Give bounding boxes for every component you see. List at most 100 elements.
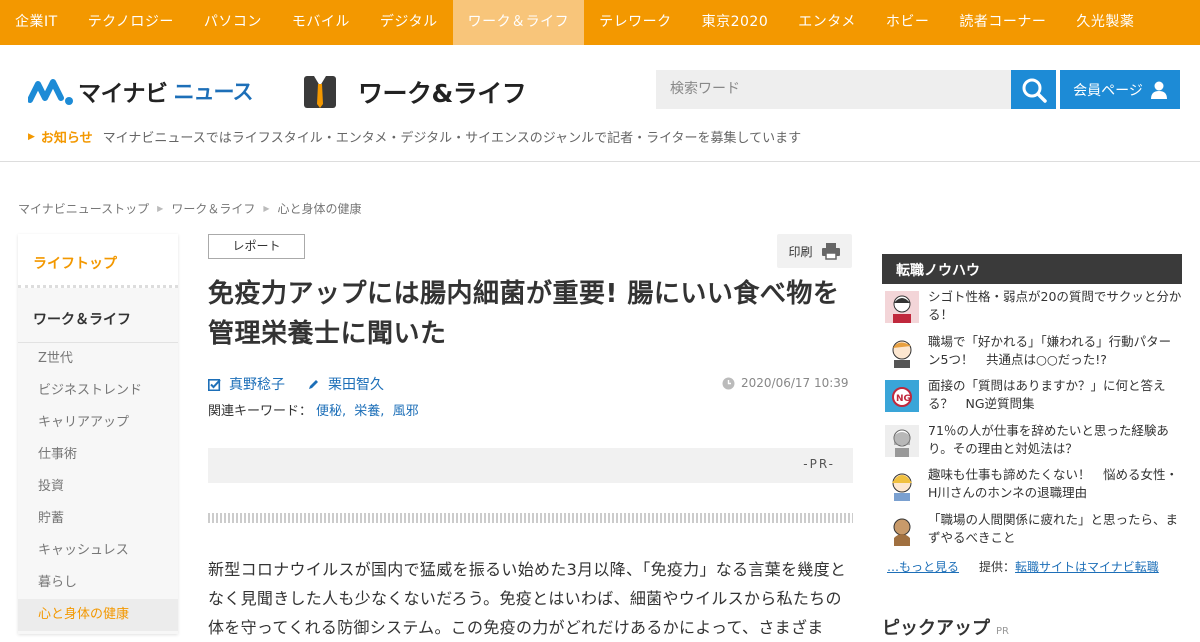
article-tag[interactable]: レポート (208, 234, 305, 259)
date-text: 2020/06/17 10:39 (741, 376, 849, 390)
sidebar-item[interactable]: ビジネストレンド (18, 375, 178, 407)
list-item[interactable]: 71％の人が仕事を辞めたいと思った経験あり。その理由と対処法は？ (882, 422, 1182, 467)
sidebar-top-link[interactable]: ライフトップ (18, 234, 178, 288)
sidebar-section-heading[interactable]: ワーク＆ライフ (18, 288, 178, 343)
nav-item[interactable]: デジタル (365, 0, 453, 45)
brand-name: マイナビ (78, 81, 168, 107)
career-tips-list: シゴト性格・弱点が20の質問でサクッと分かる！ 職場で「好かれる」「嫌われる」行… (882, 288, 1182, 555)
author-editor[interactable]: 栗田智久 (307, 374, 384, 394)
member-page-button[interactable]: 会員ページ (1060, 70, 1180, 109)
nav-item[interactable]: モバイル (277, 0, 365, 45)
suit-icon (304, 76, 336, 108)
nav-item[interactable]: 読者コーナー (944, 0, 1061, 45)
category-sidebar: ライフトップ ワーク＆ライフ Z世代 ビジネストレンド キャリアアップ 仕事術 … (18, 234, 178, 634)
publish-date: 2020/06/17 10:39 (722, 376, 849, 390)
nav-item[interactable]: テクノロジー (73, 0, 189, 45)
list-item-text: 面接の「質問はありますか？」に何と答える？ NG逆質問集 (928, 378, 1166, 411)
search-input[interactable]: 検索ワード (656, 70, 1011, 109)
article-authors: 真野稔子 栗田智久 (208, 374, 384, 394)
author-name: 真野稔子 (229, 377, 285, 393)
notice-bar[interactable]: ▶ お知らせ マイナビニュースではライフスタイル・エンタメ・デジタル・サイエンス… (28, 127, 801, 146)
nav-item[interactable]: 久光製薬 (1061, 0, 1149, 45)
sidebar-item[interactable]: Z世代 (18, 343, 178, 375)
avatar-thumbnail (885, 291, 919, 323)
list-item-text: 71％の人が仕事を辞めたいと思った経験あり。その理由と対処法は？ (928, 422, 1169, 456)
nav-item[interactable]: 東京2020 (687, 0, 784, 45)
sidebar-item[interactable]: キャリアアップ (18, 407, 178, 439)
pr-ad-box: -PR- (208, 448, 853, 483)
list-item[interactable]: NG 面接の「質問はありますか？」に何と答える？ NG逆質問集 (882, 377, 1182, 422)
article-title: 免疫力アップには腸内細菌が重要! 腸にいい食べ物を管理栄養士に聞いた (208, 279, 840, 349)
breadcrumb-item[interactable]: マイナビニューストップ (18, 200, 149, 217)
list-item[interactable]: シゴト性格・弱点が20の質問でサクッと分かる！ (882, 288, 1182, 333)
caret-right-icon: ▶ (28, 131, 35, 142)
pickup-pr-label: PR (996, 626, 1009, 637)
nav-item[interactable]: ホビー (871, 0, 945, 45)
career-tips-heading: 転職ノウハウ (882, 254, 1182, 284)
sidebar-item[interactable]: 仕事術 (18, 439, 178, 471)
search-button[interactable] (1011, 70, 1056, 109)
printer-icon (821, 243, 840, 260)
provider-label: 提供： (979, 560, 1016, 574)
breadcrumb-item[interactable]: ワーク＆ライフ (171, 200, 255, 217)
ng-thumbnail: NG (885, 380, 919, 412)
brand-suffix: ニュース (173, 80, 254, 104)
list-item-text: 「職場の人間関係に疲れた」と思ったら、まずやるべきこと (928, 511, 1179, 545)
clock-icon (722, 377, 735, 389)
print-label: 印刷 (788, 244, 813, 259)
keyword-link[interactable]: 風邪 (393, 404, 419, 419)
nav-item[interactable]: パソコン (189, 0, 277, 45)
sidebar-item[interactable]: キャッシュレス (18, 535, 178, 567)
related-keywords: 関連キーワード： 便秘, 栄養, 風邪 (208, 400, 419, 419)
avatar-thumbnail (885, 513, 919, 546)
list-item-text: シゴト性格・弱点が20の質問でサクッと分かる！ (928, 289, 1182, 322)
top-nav: 企業IT テクノロジー パソコン モバイル デジタル ワーク＆ライフ テレワーク… (0, 0, 1200, 45)
chevron-right-icon: ▶ (157, 204, 164, 213)
nav-item[interactable]: 企業IT (0, 0, 73, 45)
section-title: ワーク&ライフ (358, 79, 527, 108)
site-logo[interactable]: マイナビ ニュース (28, 74, 253, 108)
print-button[interactable]: 印刷 (777, 234, 852, 268)
user-icon (1150, 81, 1167, 99)
avatar-thumbnail (885, 469, 919, 501)
avatar-thumbnail (885, 335, 919, 368)
pen-icon (309, 379, 318, 389)
svg-text:NG: NG (896, 394, 911, 404)
list-item-text: 趣味も仕事も諦めたくない！ 悩める女性・H川さんのホンネの退職理由 (928, 467, 1179, 500)
provider: 提供：転職サイトはマイナビ転職 (979, 558, 1159, 575)
avatar-thumbnail (885, 424, 919, 457)
sidebar-item-active[interactable]: 心と身体の健康 (18, 599, 178, 631)
breadcrumb-item[interactable]: 心と身体の健康 (278, 200, 362, 217)
keyword-link[interactable]: 栄養, (354, 404, 384, 419)
career-tips-footer: …もっと見る 提供：転職サイトはマイナビ転職 (887, 558, 1159, 575)
section-logo[interactable]: ワーク&ライフ (302, 74, 527, 110)
nav-item[interactable]: エンタメ (783, 0, 871, 45)
sidebar-item[interactable]: 暮らし (18, 567, 178, 599)
breadcrumb: マイナビニューストップ ▶ ワーク＆ライフ ▶ 心と身体の健康 (18, 200, 362, 217)
list-item[interactable]: 職場で「好かれる」「嫌われる」行動パターン5つ！ 共通点は○○だった!? (882, 333, 1182, 378)
list-item-text: 職場で「好かれる」「嫌われる」行動パターン5つ！ 共通点は○○だった!? (928, 333, 1172, 367)
sidebar-item[interactable]: 貯蓄 (18, 503, 178, 535)
notice-label: お知らせ (40, 131, 93, 146)
mynavi-logo-icon (28, 79, 73, 105)
nav-item-active[interactable]: ワーク＆ライフ (452, 0, 585, 45)
header-divider (0, 161, 1200, 162)
chevron-right-icon: ▶ (263, 204, 270, 213)
checkbox-edit-icon (208, 378, 221, 391)
keywords-label: 関連キーワード： (208, 404, 313, 419)
author-writer[interactable]: 真野稔子 (208, 374, 285, 394)
search-icon (1022, 78, 1047, 103)
list-item[interactable]: 「職場の人間関係に疲れた」と思ったら、まずやるべきこと (882, 511, 1182, 556)
nav-item[interactable]: テレワーク (584, 0, 687, 45)
more-link[interactable]: …もっと見る (887, 558, 959, 575)
sidebar-item[interactable]: 投資 (18, 471, 178, 503)
article-body: 新型コロナウイルスが国内で猛威を振るい始めた3月以降、「免疫力」なる言葉を幾度と… (208, 560, 847, 637)
author-name: 栗田智久 (328, 377, 384, 393)
pickup-title: ピックアップ (882, 618, 990, 639)
keyword-link[interactable]: 便秘, (316, 404, 346, 419)
provider-link[interactable]: 転職サイトはマイナビ転職 (1015, 560, 1159, 574)
list-item[interactable]: 趣味も仕事も諦めたくない！ 悩める女性・H川さんのホンネの退職理由 (882, 466, 1182, 511)
notice-text: マイナビニュースではライフスタイル・エンタメ・デジタル・サイエンスのジャンルで記… (102, 131, 802, 146)
divider-stripe (208, 513, 853, 523)
pickup-heading: ピックアップ PR (882, 614, 1009, 640)
